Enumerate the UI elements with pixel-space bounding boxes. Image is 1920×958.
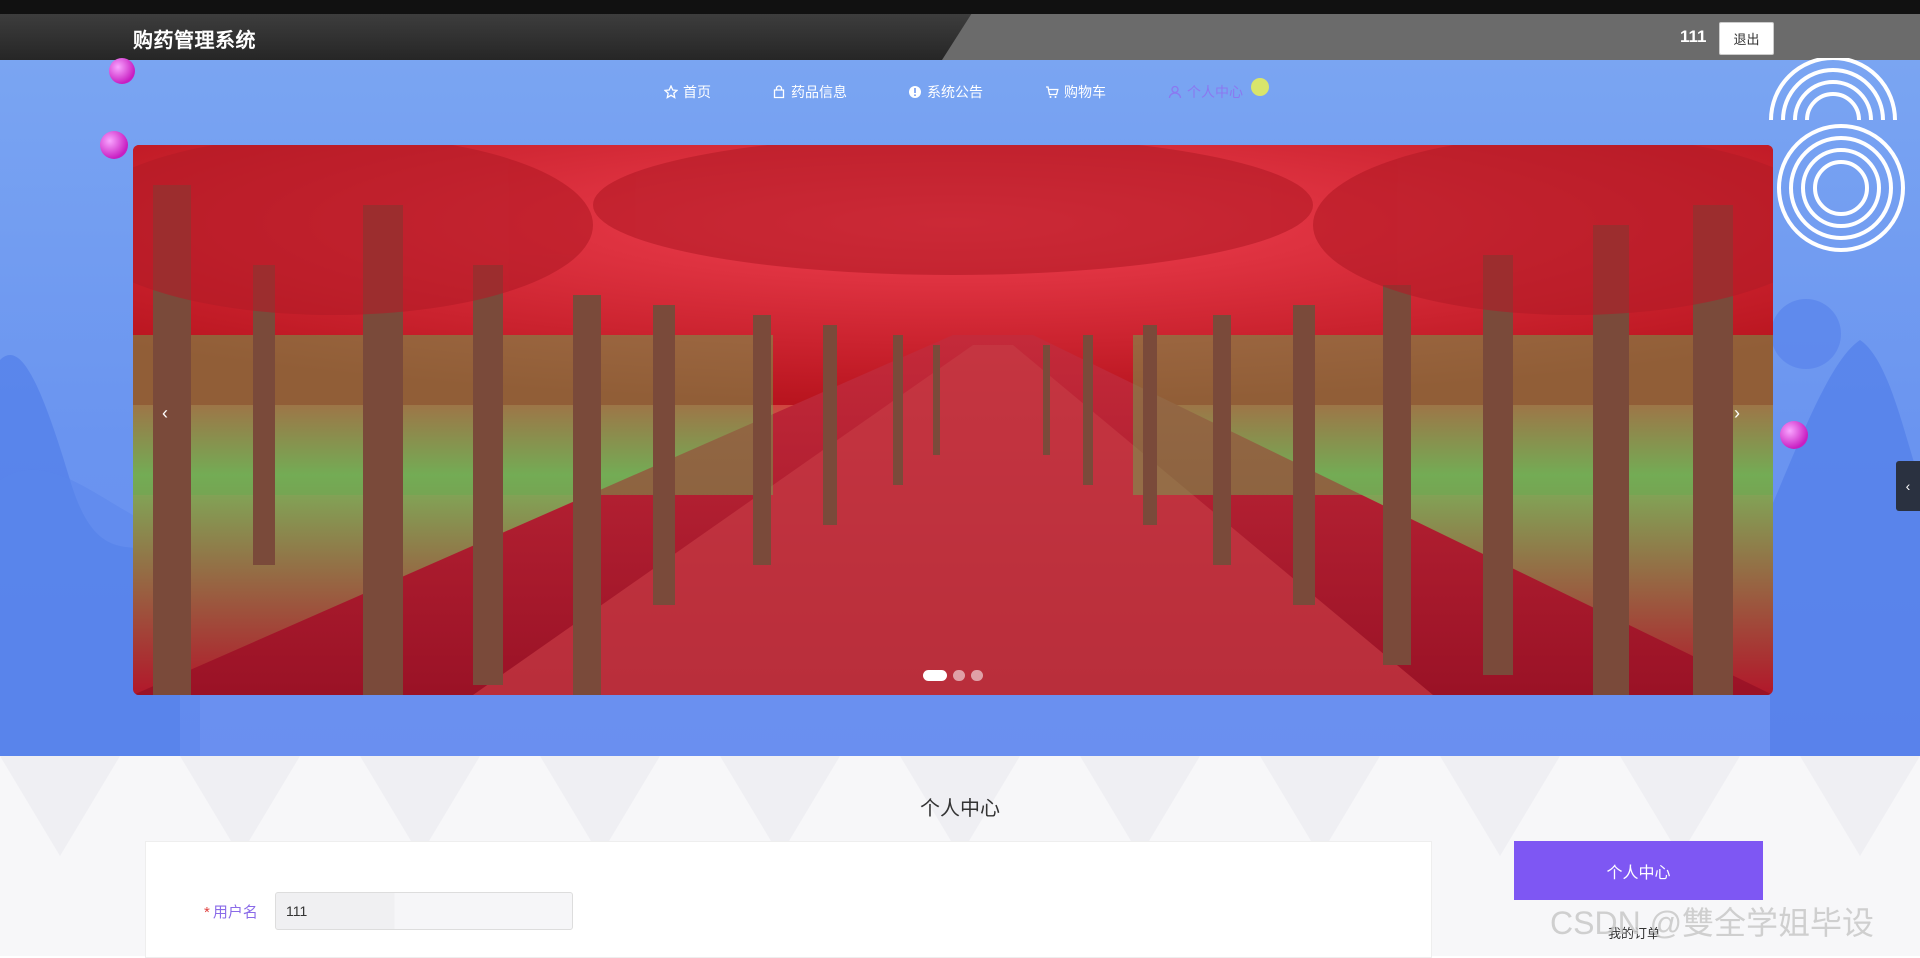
- pink-ball-decoration: [100, 131, 128, 159]
- nav-item-label: 系统公告: [927, 84, 983, 100]
- required-mark: *: [204, 904, 210, 921]
- current-user-name: 111: [1680, 27, 1707, 46]
- info-icon: [909, 86, 921, 98]
- nav-item-cart[interactable]: 购物车: [1045, 82, 1106, 102]
- nav-item-profile[interactable]: 个人中心: [1168, 82, 1243, 102]
- pink-ball-decoration: [1780, 421, 1808, 449]
- pink-ball-decoration: [109, 58, 135, 84]
- nav-item-label: 购物车: [1064, 84, 1106, 100]
- side-toggle-tab[interactable]: ‹: [1896, 461, 1920, 511]
- nav-item-home[interactable]: 首页: [664, 82, 711, 102]
- username-label: * 用户名: [204, 901, 258, 922]
- nav-item-label: 首页: [683, 84, 711, 100]
- section-title: 个人中心: [920, 798, 1000, 820]
- side-menu-profile[interactable]: 个人中心: [1514, 841, 1763, 900]
- username-label-text: 用户名: [212, 904, 258, 921]
- nav-item-label: 药品信息: [791, 84, 847, 100]
- carousel-dot[interactable]: [971, 670, 983, 681]
- nav-item-label: 个人中心: [1187, 84, 1243, 100]
- app-title: 购药管理系统: [133, 30, 256, 52]
- username-field[interactable]: [275, 892, 573, 930]
- rings-decoration-middle: [1777, 124, 1905, 252]
- window-top-bar: [0, 0, 1920, 14]
- carousel-prev-arrow[interactable]: ‹: [162, 403, 168, 424]
- cursor-pointer-icon: [1513, 461, 1521, 469]
- banner-image: [133, 145, 1773, 695]
- bag-icon: [773, 85, 785, 99]
- star-icon: [664, 85, 678, 99]
- carousel-dot[interactable]: [923, 670, 947, 681]
- user-icon: [1168, 85, 1182, 99]
- nav-item-medicines[interactable]: 药品信息: [772, 82, 847, 102]
- carousel-next-arrow[interactable]: ›: [1734, 403, 1740, 424]
- carousel-indicators: [923, 670, 983, 681]
- logout-button[interactable]: 退出: [1719, 22, 1774, 55]
- carousel-dot[interactable]: [953, 670, 965, 681]
- cart-icon: [1046, 86, 1059, 98]
- banner-carousel[interactable]: [133, 145, 1773, 695]
- nav-item-announcements[interactable]: 系统公告: [908, 82, 983, 102]
- main-nav: 首页 药品信息 系统公告 购物车 个人中心: [0, 82, 1920, 100]
- watermark-text: CSDN @雙全学姐毕设: [1550, 905, 1875, 941]
